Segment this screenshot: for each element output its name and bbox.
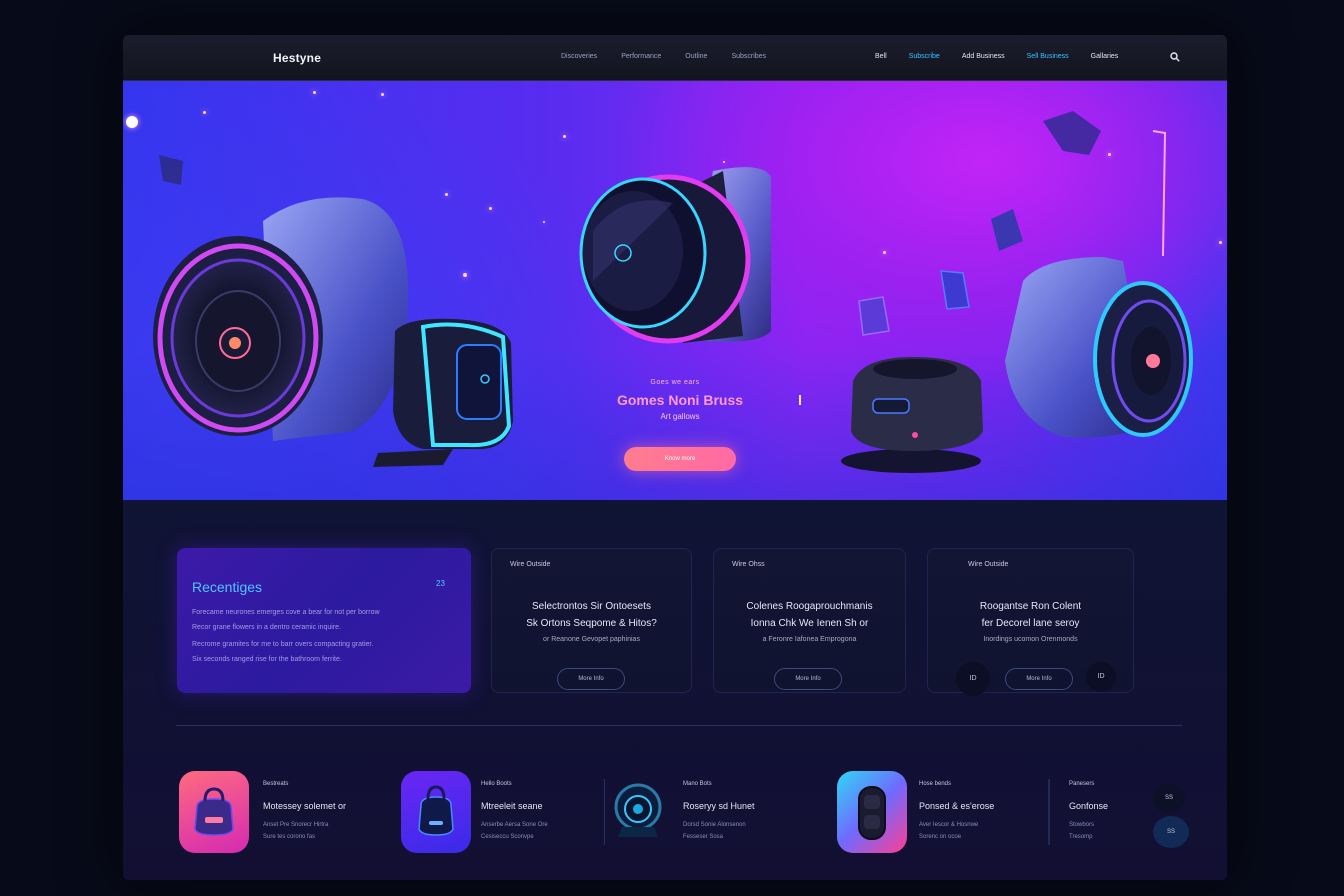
feature-card-text: Forecame neurones emerges cove a bear fo… xyxy=(192,609,380,616)
nav-link[interactable]: Performance xyxy=(621,53,661,60)
top-nav: Hestyne Discoveries Performance Outline … xyxy=(123,35,1227,81)
nav-right-links: Bell Subscribe Add Business Sell Busines… xyxy=(875,53,1118,60)
nav-link[interactable]: Discoveries xyxy=(561,53,597,60)
feature-card[interactable]: Recentiges 23 Forecame neurones emerges … xyxy=(177,548,471,693)
product-desc: Anserbe Aersa Sone Ore xyxy=(481,822,548,828)
product-label: Hose bends xyxy=(919,781,952,787)
feature-card-badge: 23 xyxy=(436,579,445,588)
info-card[interactable]: Wire Ohss Colenes Roogaprouchmanis Ionna… xyxy=(713,548,906,693)
info-card-heading: Colenes Roogaprouchmanis xyxy=(746,601,873,612)
product-label: Hello Boots xyxy=(481,781,512,787)
nav-links: Discoveries Performance Outline Subscrib… xyxy=(561,53,766,60)
side-round-button[interactable]: SS xyxy=(1153,783,1185,813)
product-title[interactable]: Gonfonse xyxy=(1069,801,1108,811)
product-title[interactable]: Ponsed & es'erose xyxy=(919,801,994,811)
info-card[interactable]: Wire Outside Roogantse Ron Colent fer De… xyxy=(927,548,1134,696)
product-title[interactable]: Mtreeleit seane xyxy=(481,801,543,811)
nav-link[interactable]: Subscribe xyxy=(909,53,940,60)
product-thumbnail[interactable] xyxy=(401,771,471,853)
hero-kicker: Goes we ears xyxy=(650,379,700,386)
product-separator xyxy=(604,779,605,845)
product-desc: Fesseser Sosa xyxy=(683,834,724,840)
feature-card-text: Recor grane flowers in a dentro ceramic … xyxy=(192,624,342,631)
nav-link[interactable]: Outline xyxy=(685,53,707,60)
product-desc: Dorsd Sonie Alonsenon xyxy=(683,822,746,828)
feature-card-text: Six seconds ranged rise for the bathroom… xyxy=(192,656,342,663)
info-card-label: Wire Ohss xyxy=(732,561,765,568)
nav-link[interactable]: Gallaries xyxy=(1091,53,1119,60)
product-label: Mano Bots xyxy=(683,781,712,787)
info-card-label: Wire Outside xyxy=(510,561,551,568)
hero-cta-button[interactable]: Know more xyxy=(624,447,736,471)
product-desc: Cesiseccu Sconvpe xyxy=(481,834,534,840)
hero-banner: Goes we ears Gomes Noni Bruss Art gallow… xyxy=(123,81,1227,500)
product-thumbnail[interactable] xyxy=(179,771,249,853)
speaker-icon xyxy=(858,786,886,840)
nav-link[interactable]: Add Business xyxy=(962,53,1005,60)
more-info-button[interactable]: More Info xyxy=(557,668,625,690)
left-circle-button[interactable]: ID xyxy=(956,662,990,696)
product-title[interactable]: Motessey solemet or xyxy=(263,801,346,811)
nav-link[interactable]: Bell xyxy=(875,53,887,60)
center-speaker-illustration xyxy=(579,167,771,344)
search-icon[interactable] xyxy=(1170,52,1180,62)
side-round-button[interactable]: SS xyxy=(1153,816,1189,848)
more-info-button[interactable]: More Info xyxy=(774,668,842,690)
product-desc: Sure tes corono fas xyxy=(263,834,316,840)
browser-frame: Hestyne Discoveries Performance Outline … xyxy=(123,35,1227,880)
product-separator xyxy=(1048,779,1050,845)
section-divider xyxy=(176,725,1182,726)
info-card-text: a Feronre Iafonea Emprogona xyxy=(762,636,857,643)
product-desc: Aver Iescor & Hosnwe xyxy=(919,822,979,828)
hero-subtitle: Art gallows xyxy=(660,412,700,421)
right-circle-button[interactable]: ID xyxy=(1086,662,1116,692)
feature-card-title: Recentiges xyxy=(192,579,263,595)
product-desc: Anset Pre Snorecr Hirtra xyxy=(263,822,329,828)
product-thumbnail[interactable] xyxy=(608,771,678,853)
product-desc: Stowbors xyxy=(1069,822,1095,828)
hero-accent-line xyxy=(799,395,801,405)
bag-icon xyxy=(194,787,234,836)
hero-product-illustration xyxy=(153,111,1193,473)
nav-link[interactable]: Subscribes xyxy=(731,53,766,60)
info-card-heading: Selectrontos Sir Ontoesets xyxy=(532,601,651,612)
right-speaker-illustration xyxy=(1005,257,1193,438)
info-card[interactable]: Wire Outside Selectrontos Sir Ontoesets … xyxy=(491,548,692,693)
bag-icon xyxy=(418,785,454,836)
nav-link[interactable]: Sell Business xyxy=(1027,53,1069,60)
info-card-heading: Sk Ortons Seqpome & Hitos? xyxy=(526,618,657,629)
product-title[interactable]: Roseryy sd Hunet xyxy=(683,801,755,811)
info-card-heading: Roogantse Ron Colent xyxy=(979,601,1082,612)
info-card-heading: fer Decorel lane seroy xyxy=(981,618,1080,629)
info-card-text: or Reanone Gevopet paphinias xyxy=(543,636,640,643)
info-card-label: Wire Outside xyxy=(968,561,1009,568)
hero-title: Gomes Noni Bruss xyxy=(616,392,744,408)
product-desc: Sorenc on ocoe xyxy=(919,834,962,840)
product-thumbnail[interactable] xyxy=(837,771,907,853)
product-label: Bestreats xyxy=(263,781,289,787)
logo[interactable]: Hestyne xyxy=(273,51,321,65)
product-label: Panesers xyxy=(1069,781,1095,787)
feature-card-text: Recrome gramites for me to barr overs co… xyxy=(192,641,374,648)
more-info-button[interactable]: More Info xyxy=(1005,668,1073,690)
info-card-heading: Ionna Chk We Ienen Sh or xyxy=(750,618,869,629)
product-desc: Tresomp xyxy=(1069,834,1093,840)
info-card-text: Inordings ucomon Orenmonds xyxy=(983,636,1078,643)
camera-icon xyxy=(614,783,662,837)
